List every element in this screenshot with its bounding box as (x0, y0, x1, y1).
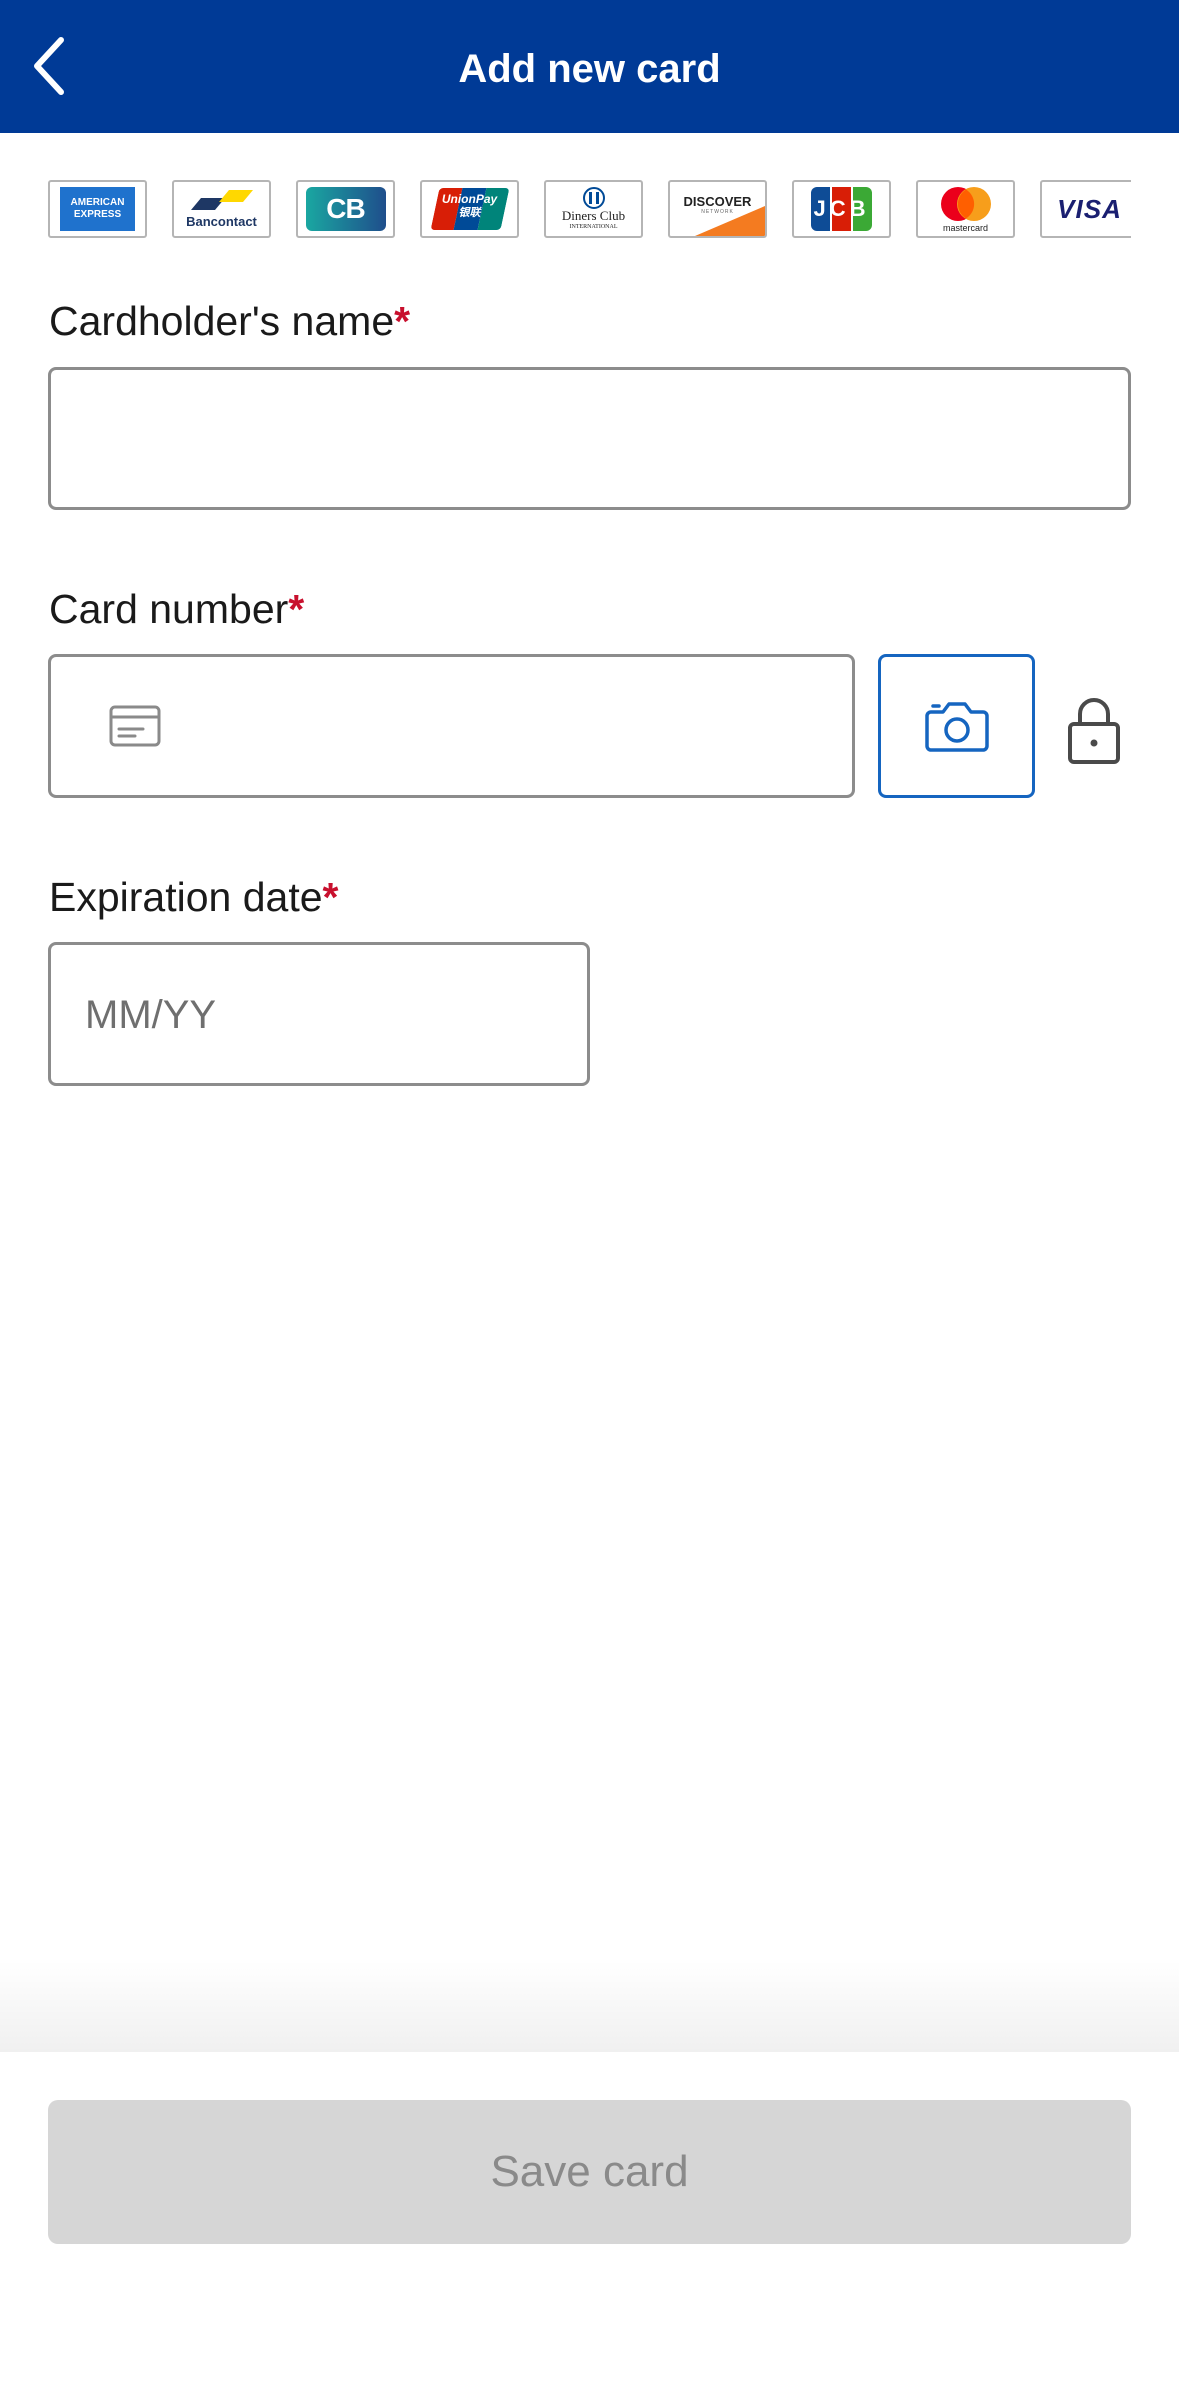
card-number-input[interactable] (48, 654, 855, 798)
expiration-date-placeholder: MM/YY (85, 993, 217, 1037)
bancontact-mark-icon (190, 189, 253, 210)
mastercard-circles-icon (940, 186, 991, 221)
cardholder-name-input[interactable] (48, 367, 1131, 510)
discover-logo: DISCOVER NETWORK (668, 180, 767, 238)
diners-club-logo-text: Diners Club (561, 208, 626, 223)
discover-logo-text: DISCOVER (683, 193, 752, 209)
footer-shadow (0, 1960, 1179, 2052)
card-number-label: Card number* (49, 586, 305, 632)
cb-logo: CB (296, 180, 395, 238)
unionpay-logo: UnionPay 银联 (420, 180, 519, 238)
unionpay-logo-text: UnionPay (441, 192, 498, 206)
visa-logo-text: VISA (1057, 193, 1122, 224)
visa-logo: VISA (1040, 180, 1131, 238)
scan-card-button[interactable] (878, 654, 1035, 798)
diners-club-logo-subtext: INTERNATIONAL (569, 224, 618, 230)
page-title: Add new card (458, 47, 721, 91)
required-marker: * (394, 298, 411, 344)
top-app-bar: Add new card (0, 0, 1179, 133)
save-card-button[interactable]: Save card (48, 2100, 1131, 2244)
cardholder-name-label: Cardholder's name* (49, 298, 411, 344)
amex-logo-text-top: AMERICAN (70, 197, 125, 208)
bancontact-logo-text: Bancontact (186, 213, 257, 229)
unionpay-logo-text-cn: 银联 (458, 207, 481, 219)
camera-icon (924, 702, 989, 752)
amex-logo: AMERICAN EXPRESS (48, 180, 147, 238)
cb-logo-text: CB (326, 193, 365, 224)
accepted-cards-row: AMERICAN EXPRESS Bancontact CB UnionPay … (48, 180, 1131, 242)
credit-card-icon (109, 705, 161, 747)
diners-club-mark-icon (582, 187, 605, 209)
required-marker: * (288, 586, 305, 632)
mastercard-logo-text: mastercard (942, 222, 988, 233)
amex-logo-text-bottom: EXPRESS (73, 209, 122, 220)
diners-club-logo: Diners Club INTERNATIONAL (544, 180, 643, 238)
jcb-logo-text: JCB (813, 196, 870, 221)
expiration-date-label: Expiration date* (49, 874, 339, 920)
bancontact-logo: Bancontact (172, 180, 271, 238)
required-marker: * (322, 874, 339, 920)
lock-icon (1068, 698, 1120, 764)
discover-logo-subtext: NETWORK (701, 208, 734, 215)
mastercard-logo: mastercard (916, 180, 1015, 238)
expiration-date-input[interactable]: MM/YY (48, 942, 590, 1086)
jcb-logo: JCB (792, 180, 891, 238)
